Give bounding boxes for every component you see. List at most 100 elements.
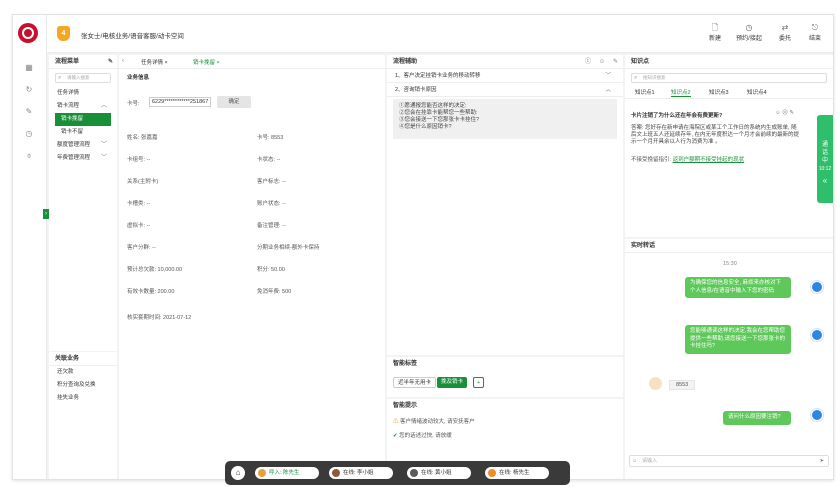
new-doc-icon: 🗋	[711, 23, 719, 32]
agent-message: 您能够通读这样的决定,我会在您帮助您提供一些帮助,请您接送一下您那张卡的卡挂住吗…	[685, 325, 791, 354]
script-line: ②您会在挂靠卡能帮您一些帮助:	[399, 110, 478, 116]
smile-icon[interactable]: ☺	[599, 55, 605, 69]
knowledge-question: 卡片注销了为什么还在年会有费更新?	[631, 113, 723, 119]
copy-icon[interactable]: ⓒ	[585, 55, 591, 69]
call-pill[interactable]: 在线: 黄小姐	[407, 467, 471, 479]
new-button[interactable]: 🗋 新建	[699, 23, 731, 42]
tab-back-icon[interactable]: ‹	[122, 58, 124, 64]
edit-icon[interactable]: ✎	[613, 55, 618, 69]
knowledge-answer: 答案: 您好存在新申请在海院区或某工个工作日的系统内生成账单, 随后文上班五人还…	[631, 125, 800, 145]
field-right: 免消年费: 500	[257, 289, 292, 295]
call-timer: 10:12	[818, 166, 832, 172]
field-right: 客户标志: --	[257, 179, 286, 185]
caller-avatar	[258, 469, 266, 477]
process-menu-title: 流程菜单 ✎	[49, 55, 117, 69]
exit-icon: ⎋	[811, 23, 819, 32]
edit-icon[interactable]: ✎	[24, 107, 34, 117]
caller-avatar	[332, 469, 340, 477]
related-business-panel: 关联业务 还欠款 积分查询及兑换 挂失业务	[49, 352, 117, 479]
smart-tags-panel: 智能标签 近半年无用卡 挽及销卡 +	[387, 357, 623, 397]
tip-ok: ✔ 您的话述过快, 请放缓	[393, 433, 452, 439]
check-icon: ✔	[393, 433, 398, 439]
field-left: 预计总欠款: 10,000.00	[127, 267, 183, 273]
tab-knowledge-1[interactable]: 知识点1	[635, 88, 655, 96]
related-item[interactable]: 还欠款	[49, 366, 117, 379]
flow-script-box: ①愿通报您能否这样的决定: ②您会在挂靠卡能帮您一些帮助: ③您会接送一下您那张…	[393, 99, 617, 139]
customer-avatar	[649, 377, 662, 390]
emoji-icon[interactable]: ☺	[632, 456, 637, 466]
collapse-icon[interactable]: «	[817, 177, 833, 185]
add-tag-button[interactable]: +	[473, 377, 484, 388]
call-status-tab[interactable]: 通话中 10:12 «	[817, 115, 833, 203]
chat-panel: 实时转话 15:30 为确保您的信息安全, 麻烦来办核对下个人信息/在语音中输入…	[625, 239, 833, 479]
field-right: 卡号: 8553	[257, 135, 284, 141]
tag-chip-active[interactable]: 挽及销卡	[437, 377, 468, 388]
menu-search-input[interactable]: ⌕ 请输入搜索	[55, 73, 111, 83]
flow-step-2[interactable]: 2、咨询销卡原因 ︿	[387, 83, 623, 97]
knowledge-search-input[interactable]: ⌕ 搜知识搜索	[631, 73, 827, 83]
business-title: 业务信息	[127, 75, 150, 81]
script-line: ③您会接送一下您那张卡卡挂住?	[399, 117, 480, 123]
field-right: 积分: 50.00	[257, 267, 285, 273]
plugin-icon[interactable]: ⌽	[24, 151, 34, 161]
knowledge-tabs: 知识点1 知识点2 知识点3 知识点4	[625, 87, 833, 99]
chevron-up-icon: ︿	[605, 87, 611, 93]
chevron-down-icon: ﹀	[100, 142, 107, 148]
tab-retention[interactable]: 销卡挽留 ×	[193, 58, 220, 66]
call-pill[interactable]: 在线: 杨先生	[485, 467, 549, 479]
call-pill[interactable]: 呼入: 陈先生	[255, 467, 319, 479]
customer-message: 8553	[669, 380, 696, 390]
related-item[interactable]: 挂失业务	[49, 392, 117, 405]
warning-icon: ⚠	[393, 419, 399, 425]
script-line: ④您是什么原因销卡?	[399, 124, 452, 130]
tag-chip[interactable]: 近半年无用卡	[393, 377, 437, 388]
tab-bar: ‹ 任务详情 × 销卡挽留 ×	[119, 55, 385, 69]
tab-task-detail[interactable]: 任务详情 ×	[141, 58, 168, 66]
feedback-icons[interactable]: ☺ ☹ ✎	[775, 110, 794, 116]
edit-icon[interactable]: ✎	[108, 55, 113, 69]
bank-logo-icon	[18, 23, 38, 43]
chat-timestamp: 15:30	[723, 261, 737, 267]
menu-item-task-detail[interactable]: 任务详情	[49, 87, 117, 100]
appointment-button[interactable]: ◷ 预约/接起	[733, 23, 765, 42]
level-badge: 4	[57, 26, 70, 41]
tab-knowledge-2[interactable]: 知识点2	[671, 88, 691, 97]
agent-message: 请问什么原因要注销?	[723, 411, 791, 425]
tab-knowledge-3[interactable]: 知识点3	[709, 88, 729, 96]
chat-input[interactable]: ☺ 请输入 ➤	[629, 455, 829, 467]
grid-icon[interactable]: ▦	[24, 63, 34, 73]
menu-item-no-retention[interactable]: 销卡不留	[49, 126, 117, 139]
call-bar: ⌂ 呼入: 陈先生 在线: 李小姐 在线: 黄小姐 在线: 杨先生	[225, 461, 570, 485]
delegate-button[interactable]: ⇄ 委托	[769, 23, 801, 42]
confirm-button[interactable]: 确定	[217, 96, 251, 108]
menu-item-limit[interactable]: 额度管理流程 ﹀	[49, 139, 117, 152]
agent-avatar	[811, 409, 823, 421]
app-window: ▦ ↻ ✎ ◷ ⌽ 4 张女士/电核业务/语音客服/动卡空间 🗋 新建 ◷ 预约/接…	[12, 14, 834, 485]
home-icon[interactable]: ⌂	[231, 466, 245, 480]
related-item[interactable]: 积分查询及兑换	[49, 379, 117, 392]
knowledge-link[interactable]: 返到户额期不接受挂起的现状	[673, 157, 745, 163]
chevron-up-icon: ︿	[100, 103, 107, 109]
clock-icon[interactable]: ◷	[24, 129, 34, 139]
call-pill[interactable]: 在线: 李小姐	[329, 467, 393, 479]
tags-title: 智能标签	[393, 361, 418, 367]
expiry-date: 核实套期时间: 2021-07-12	[127, 315, 192, 321]
end-button[interactable]: ⎋ 结束	[799, 23, 831, 42]
card-number-field[interactable]: 6229************251867	[149, 97, 211, 107]
flow-assist-panel: 流程辅助 ⓒ ☺ ✎ 1、客户决定挂销卡业务的移动转移 ﹀ 2、咨询销卡原因 ︿ ①…	[387, 55, 623, 355]
knowledge-link-row: 不接受挽留指引: 返到户额期不接受挂起的现状	[631, 157, 745, 163]
flow-title: 流程辅助 ⓒ ☺ ✎	[387, 55, 623, 69]
flow-step-1[interactable]: 1、客户决定挂销卡业务的移动转移 ﹀	[387, 69, 623, 83]
menu-item-annual-fee[interactable]: 年费管理流程 ﹀	[49, 152, 117, 165]
refresh-icon[interactable]: ↻	[24, 85, 34, 95]
menu-item-cancel-card[interactable]: 销卡流程 ︿	[49, 100, 117, 113]
search-icon: ⌕	[634, 75, 638, 81]
tab-knowledge-4[interactable]: 知识点4	[747, 88, 767, 96]
caller-avatar	[488, 469, 496, 477]
script-line: ①愿通报您能否这样的决定:	[399, 103, 467, 109]
expand-handle[interactable]: ›	[43, 209, 49, 219]
chevron-down-icon: ﹀	[605, 73, 611, 79]
send-icon[interactable]: ➤	[820, 456, 824, 466]
menu-item-retention[interactable]: 销卡挽留	[55, 113, 111, 126]
knowledge-title: 知识点	[625, 55, 833, 69]
